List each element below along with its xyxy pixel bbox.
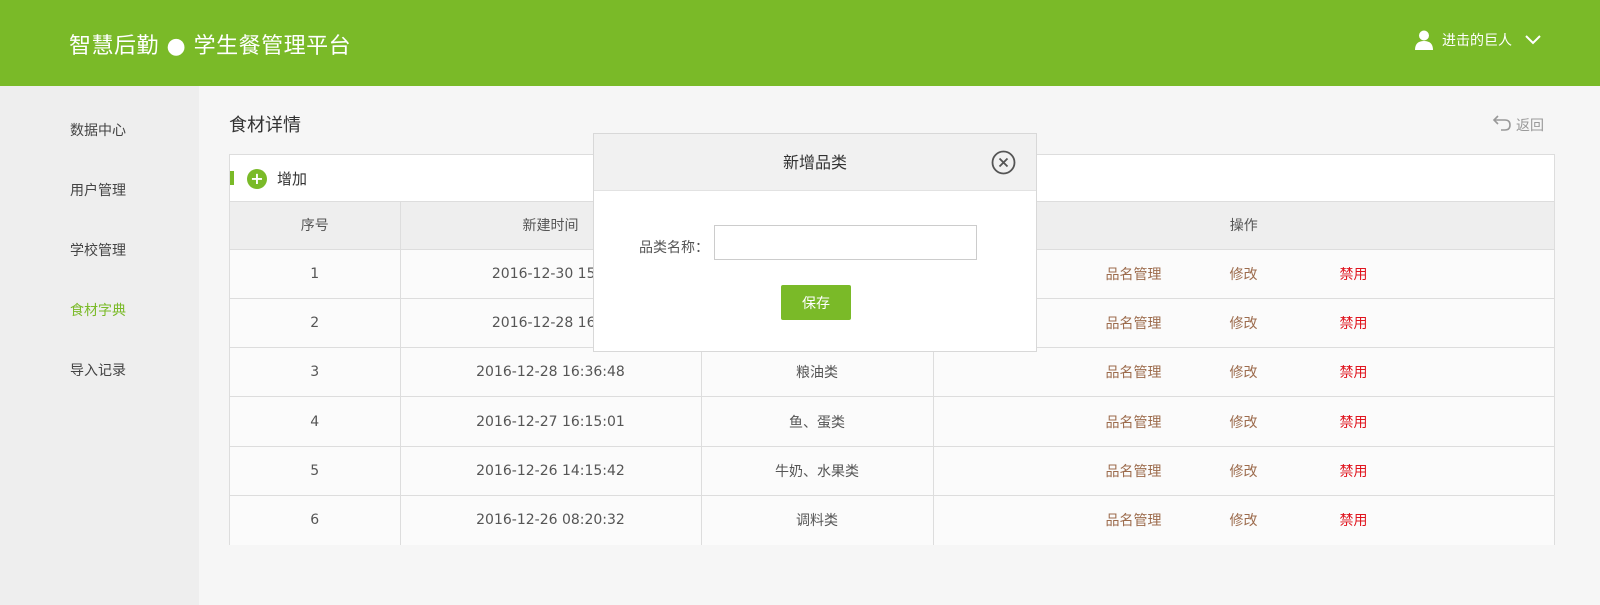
row-index: 1 — [230, 249, 401, 299]
disable-link[interactable]: 禁用 — [1340, 412, 1368, 432]
column-header-index: 序号 — [230, 202, 401, 250]
manage-names-link[interactable]: 品名管理 — [1106, 264, 1162, 284]
add-category-dialog: 新增品类 品类名称： 保存 — [593, 133, 1037, 352]
manage-names-link[interactable]: 品名管理 — [1106, 313, 1162, 333]
sidebar-item-import-records[interactable]: 导入记录 — [70, 360, 126, 380]
manage-names-link[interactable]: 品名管理 — [1106, 510, 1162, 530]
edit-link[interactable]: 修改 — [1230, 412, 1258, 432]
plus-circle-icon: + — [247, 168, 267, 189]
edit-link[interactable]: 修改 — [1230, 313, 1258, 333]
row-category-name: 粮油类 — [701, 347, 934, 398]
sidebar-item-user-management[interactable]: 用户管理 — [70, 180, 126, 200]
edit-link[interactable]: 修改 — [1230, 510, 1258, 530]
manage-names-link[interactable]: 品名管理 — [1106, 362, 1162, 382]
row-index: 5 — [230, 446, 401, 496]
dialog-header: 新增品类 — [594, 134, 1036, 191]
row-index: 2 — [230, 298, 401, 349]
back-button[interactable]: 返回 — [1492, 114, 1544, 136]
row-category-name: 鱼、蛋类 — [701, 396, 934, 447]
disable-link[interactable]: 禁用 — [1340, 313, 1368, 333]
row-category-name: 调料类 — [701, 495, 934, 545]
user-name: 进击的巨人 — [1442, 33, 1512, 49]
table-row: 4 2016-12-27 16:15:01 鱼、蛋类 品名管理 修改 禁用 — [230, 396, 1554, 447]
row-actions: 品名管理 修改 禁用 — [933, 495, 1554, 545]
disable-link[interactable]: 禁用 — [1340, 461, 1368, 481]
category-name-label: 品类名称： — [639, 240, 709, 256]
chevron-down-icon[interactable] — [1524, 34, 1542, 46]
manage-names-link[interactable]: 品名管理 — [1106, 461, 1162, 481]
add-label: 增加 — [277, 170, 308, 188]
add-button[interactable]: + 增加 — [247, 168, 307, 189]
table-row: 5 2016-12-26 14:15:42 牛奶、水果类 品名管理 修改 禁用 — [230, 446, 1554, 496]
table-row: 3 2016-12-28 16:36:48 粮油类 品名管理 修改 禁用 — [230, 347, 1554, 398]
dialog-title: 新增品类 — [782, 153, 847, 172]
sidebar: 数据中心 用户管理 学校管理 食材字典 导入记录 — [0, 86, 199, 605]
table-row: 6 2016-12-26 08:20:32 调料类 品名管理 修改 禁用 — [230, 495, 1554, 545]
row-created-time: 2016-12-26 14:15:42 — [400, 446, 702, 496]
top-bar: 智慧后勤 ● 学生餐管理平台 进击的巨人 — [0, 0, 1600, 86]
sidebar-item-ingredient-dictionary[interactable]: 食材字典 — [70, 300, 126, 320]
row-index: 3 — [230, 347, 401, 398]
toolbar-accent-bar — [230, 171, 234, 185]
row-actions: 品名管理 修改 禁用 — [933, 446, 1554, 496]
edit-link[interactable]: 修改 — [1230, 264, 1258, 284]
disable-link[interactable]: 禁用 — [1340, 362, 1368, 382]
save-button[interactable]: 保存 — [781, 285, 851, 320]
manage-names-link[interactable]: 品名管理 — [1106, 412, 1162, 432]
close-circle-icon[interactable] — [991, 150, 1016, 175]
row-created-time: 2016-12-26 08:20:32 — [400, 495, 702, 545]
edit-link[interactable]: 修改 — [1230, 362, 1258, 382]
row-created-time: 2016-12-27 16:15:01 — [400, 396, 702, 447]
disable-link[interactable]: 禁用 — [1340, 510, 1368, 530]
row-index: 6 — [230, 495, 401, 545]
user-icon — [1415, 30, 1433, 50]
sidebar-item-data-center[interactable]: 数据中心 — [70, 120, 126, 140]
edit-link[interactable]: 修改 — [1230, 461, 1258, 481]
row-actions: 品名管理 修改 禁用 — [933, 347, 1554, 398]
page-title: 食材详情 — [229, 115, 301, 136]
sidebar-item-school-management[interactable]: 学校管理 — [70, 240, 126, 260]
user-menu[interactable]: 进击的巨人 — [1415, 30, 1542, 50]
disable-link[interactable]: 禁用 — [1340, 264, 1368, 284]
row-actions: 品名管理 修改 禁用 — [933, 396, 1554, 447]
app-title: 智慧后勤 ● 学生餐管理平台 — [69, 34, 352, 59]
category-name-input[interactable] — [714, 225, 977, 260]
row-category-name: 牛奶、水果类 — [701, 446, 934, 496]
back-label: 返回 — [1516, 118, 1544, 134]
row-created-time: 2016-12-28 16:36:48 — [400, 347, 702, 398]
back-arrow-icon — [1492, 114, 1512, 136]
row-index: 4 — [230, 396, 401, 447]
